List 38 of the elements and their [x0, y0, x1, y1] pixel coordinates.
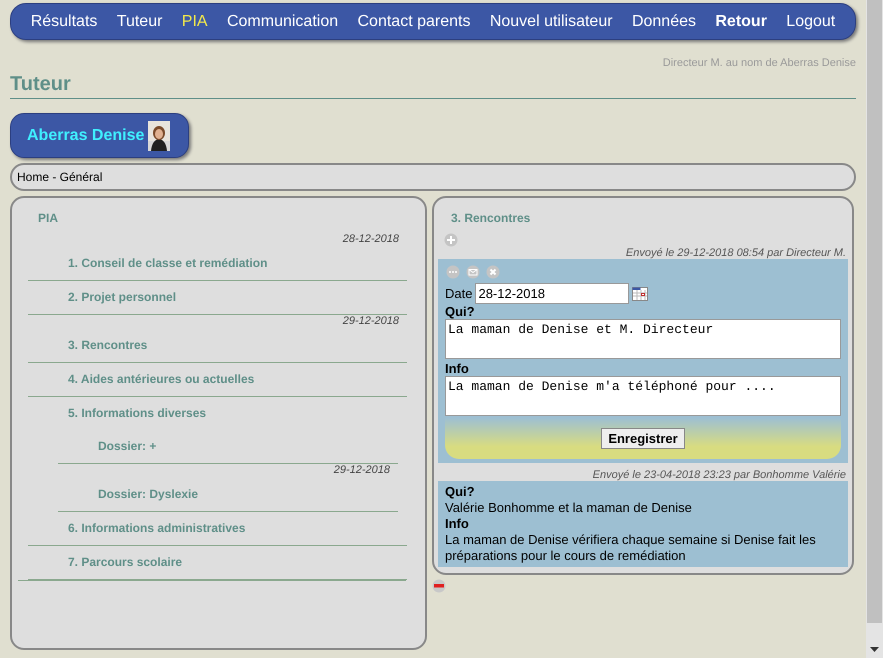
who-label: Qui? — [445, 304, 476, 319]
date-field[interactable]: 28-12-2018 — [475, 283, 630, 304]
outline-title: PIA — [38, 211, 60, 227]
more-icon[interactable] — [446, 265, 460, 279]
scrollbar-thumb[interactable] — [867, 0, 882, 623]
student-name: Aberras Denise — [27, 126, 144, 144]
info-label: Info — [445, 516, 470, 532]
nav-link[interactable]: Résultats — [30, 12, 98, 30]
student-tab[interactable]: Aberras Denise — [10, 113, 190, 158]
info-label: Info — [445, 361, 470, 376]
item-date: 29-12-2018 — [342, 315, 399, 329]
nav-link[interactable]: Retour — [715, 12, 767, 30]
info-field[interactable]: La maman de Denise m'a téléphoné pour .... — [445, 376, 841, 416]
nav-link[interactable]: Tuteur — [116, 12, 162, 30]
who-label: Qui? — [445, 484, 476, 500]
mail-icon[interactable] — [466, 265, 480, 279]
nav-link[interactable]: Nouvel utilisateur — [490, 12, 613, 30]
sent-info: Envoyé le 29-12-2018 08:54 par Directeur M. — [624, 247, 847, 259]
sent-info: Envoyé le 23-04-2018 23:23 par Bonhomme Valérie — [592, 469, 847, 481]
nav-link[interactable]: Données — [632, 12, 696, 30]
item-date: 29-12-2018 — [332, 464, 390, 478]
add-icon[interactable] — [444, 233, 458, 247]
close-icon[interactable] — [486, 265, 500, 279]
date-label: Date — [445, 286, 472, 301]
page-title: Tuteur — [10, 73, 856, 99]
user-line: Directeur M. au nom de Aberras Denise — [662, 57, 856, 69]
info-text: La maman de Denise vérifiera chaque semaine si Denise fait les préparations pour le cours de remédiation — [445, 532, 817, 564]
who-field[interactable]: La maman de Denise et M. Directeur — [445, 319, 841, 359]
nav-link[interactable]: Communication — [226, 12, 338, 30]
nav-link[interactable]: Logout — [786, 12, 836, 30]
calendar-icon[interactable] — [632, 286, 648, 300]
nav-link[interactable]: Contact parents — [358, 12, 470, 30]
save-button[interactable]: Enregistrer — [601, 428, 685, 449]
who-text: Valérie Bonhomme et la maman de Denise — [445, 500, 693, 516]
item-date: 28-12-2018 — [342, 233, 399, 247]
breadcrumb: Home - Général — [10, 163, 856, 191]
panel-title: 3. Rencontres — [451, 211, 532, 227]
nav-link[interactable]: PIA — [182, 12, 208, 30]
